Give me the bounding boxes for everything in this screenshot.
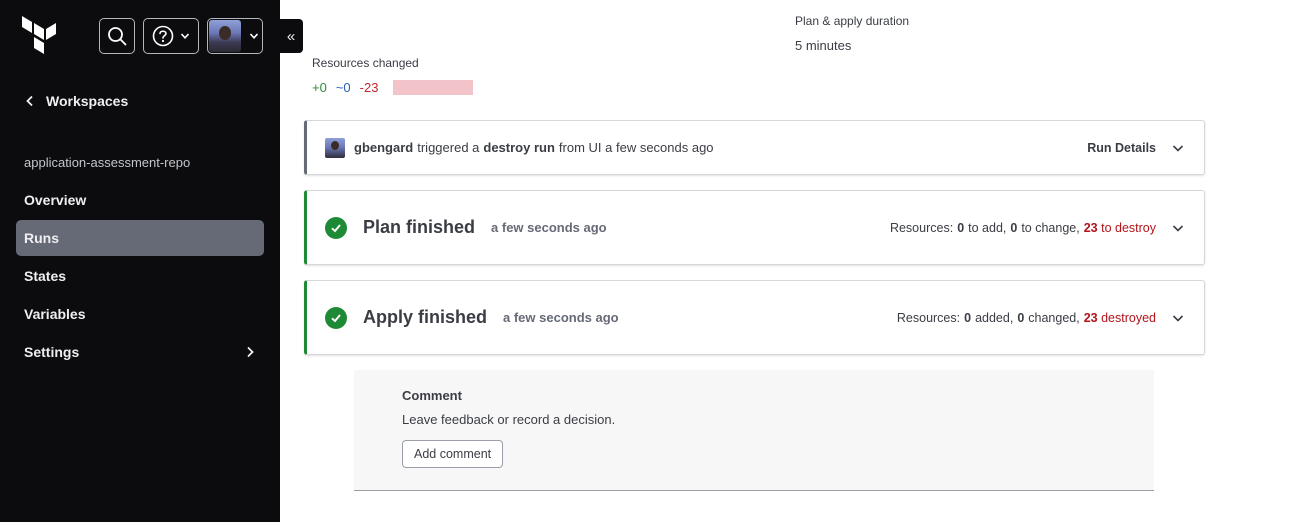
apply-card-right: Resources: 0 added, 0 changed, 23 destro… <box>897 310 1186 326</box>
back-to-workspaces-link[interactable]: Workspaces <box>24 93 128 109</box>
plan-resources-summary: Resources: 0 to add, 0 to change, 23 to … <box>890 221 1156 235</box>
plan-time: a few seconds ago <box>491 220 607 235</box>
apply-change-label: changed, <box>1028 310 1080 325</box>
chevron-left-icon <box>26 95 33 107</box>
plan-card-right: Resources: 0 to add, 0 to change, 23 to … <box>890 220 1186 236</box>
plan-resources-label: Resources: <box>889 220 954 235</box>
workspace-name: application-assessment-repo <box>24 155 191 170</box>
resources-changed-count: ~0 <box>335 80 351 95</box>
user-avatar <box>325 137 345 158</box>
chevron-down-icon <box>180 33 190 39</box>
help-menu-button[interactable] <box>143 18 199 54</box>
comment-description: Leave feedback or record a decision. <box>402 412 616 427</box>
chevron-down-icon <box>249 33 259 39</box>
plan-title: Plan finished <box>363 217 476 237</box>
plan-change-label: to change, <box>1021 220 1080 235</box>
avatar <box>209 20 241 52</box>
nav-item-label: Settings <box>24 344 80 360</box>
resources-changed-values: +0 ~0 -23 <box>312 80 474 95</box>
plan-add-count: 0 <box>957 220 965 235</box>
chevron-down-icon[interactable] <box>1170 140 1186 156</box>
apply-destroy-label: destroyed <box>1101 310 1156 325</box>
run-main-content: Resources changed +0 ~0 -23 Plan & apply… <box>280 0 1289 522</box>
terraform-logo[interactable] <box>22 16 58 56</box>
trigger-text-2: from UI a few seconds ago <box>558 140 714 155</box>
resources-added-count: +0 <box>312 80 327 95</box>
apply-add-count: 0 <box>964 310 972 325</box>
plan-destroy-group: 23 to destroy <box>1084 221 1156 235</box>
plan-destroy-count: 23 <box>1083 220 1098 235</box>
back-label: Workspaces <box>46 93 129 109</box>
apply-destroy-group: 23 destroyed <box>1084 311 1156 325</box>
help-icon <box>152 25 174 47</box>
plan-finished-card[interactable]: Plan finished a few seconds ago Resource… <box>304 190 1205 265</box>
search-icon <box>108 27 127 46</box>
nav-item-variables[interactable]: Variables <box>16 296 264 332</box>
user-menu-button[interactable] <box>207 18 263 54</box>
plan-add-label: to add, <box>968 220 1007 235</box>
chevron-down-icon[interactable] <box>1170 310 1186 326</box>
nav-item-label: Variables <box>24 306 86 322</box>
search-button[interactable] <box>99 18 135 54</box>
apply-change-count: 0 <box>1017 310 1025 325</box>
trigger-user[interactable]: gbengard <box>354 140 413 155</box>
nav-item-label: Overview <box>24 192 87 208</box>
chevron-down-icon[interactable] <box>1170 220 1186 236</box>
run-details-button[interactable]: Run Details <box>1087 141 1156 155</box>
duration-label: Plan & apply duration <box>795 14 910 28</box>
trigger-card-actions: Run Details <box>1087 140 1186 156</box>
resources-change-bar <box>393 80 474 95</box>
apply-resources-summary: Resources: 0 added, 0 changed, 23 destro… <box>897 311 1156 325</box>
check-circle-icon <box>325 306 347 329</box>
nav-item-runs[interactable]: Runs <box>16 220 264 256</box>
trigger-run-type: destroy run <box>483 140 555 155</box>
trigger-description: gbengard triggered a destroy run from UI… <box>354 140 714 155</box>
comment-section: Comment Leave feedback or record a decis… <box>354 370 1154 491</box>
resources-changed-label: Resources changed <box>312 56 419 70</box>
trigger-text-1: triggered a <box>417 140 480 155</box>
nav-item-states[interactable]: States <box>16 258 264 294</box>
check-circle-icon <box>325 216 347 239</box>
sidebar: Workspaces application-assessment-repo O… <box>0 0 280 522</box>
nav-item-label: States <box>24 268 67 284</box>
apply-add-label: added, <box>975 310 1014 325</box>
apply-title: Apply finished <box>363 307 488 327</box>
resources-destroyed-count: -23 <box>359 80 379 95</box>
nav-item-overview[interactable]: Overview <box>16 182 264 218</box>
apply-time: a few seconds ago <box>503 310 619 325</box>
apply-destroy-count: 23 <box>1083 310 1098 325</box>
duration-value: 5 minutes <box>795 38 852 53</box>
workspace-nav: Overview Runs States Variables Settings <box>16 182 264 372</box>
nav-item-settings[interactable]: Settings <box>16 334 264 370</box>
plan-destroy-label: to destroy <box>1101 220 1156 235</box>
plan-change-count: 0 <box>1010 220 1018 235</box>
add-comment-button[interactable]: Add comment <box>402 440 504 468</box>
nav-item-label: Runs <box>24 230 59 246</box>
comment-title: Comment <box>402 388 462 403</box>
apply-finished-card[interactable]: Apply finished a few seconds ago Resourc… <box>304 280 1205 355</box>
run-trigger-card[interactable]: gbengard triggered a destroy run from UI… <box>304 120 1205 175</box>
apply-resources-label: Resources: <box>896 310 961 325</box>
chevron-right-icon <box>247 346 254 358</box>
